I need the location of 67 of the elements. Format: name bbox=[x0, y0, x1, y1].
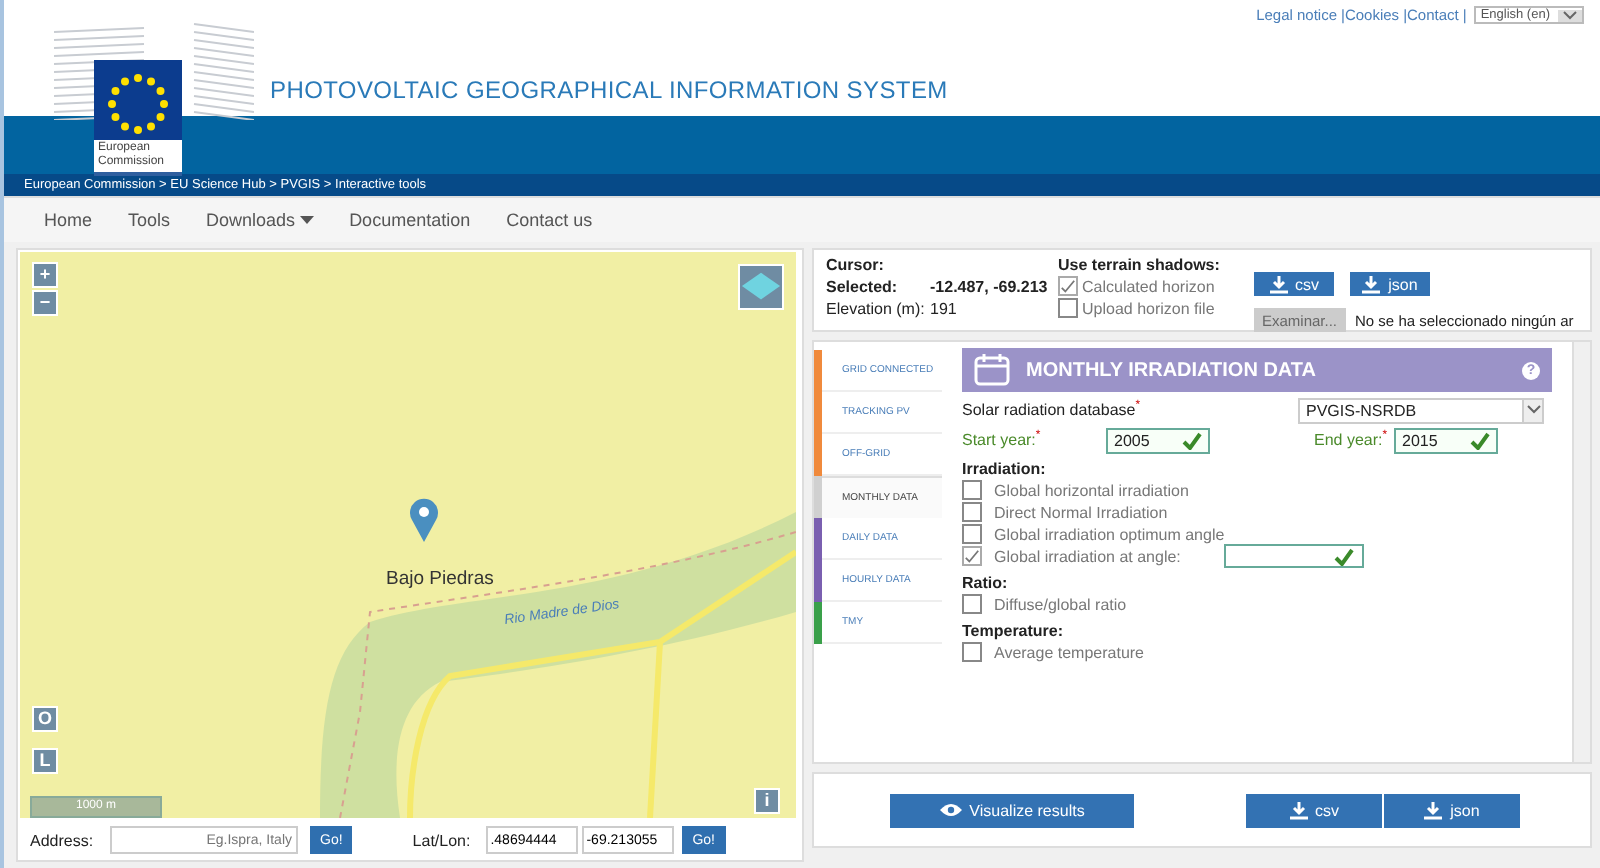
zoom-in-button[interactable]: + bbox=[32, 262, 58, 288]
caret-icon bbox=[1525, 404, 1541, 416]
download-button[interactable]: csv bbox=[1246, 793, 1382, 827]
scrollbar[interactable] bbox=[1572, 342, 1590, 762]
selected-label: Selected: bbox=[826, 278, 900, 296]
option-label: Global irradiation optimum angle bbox=[994, 525, 1225, 543]
panel-title: MONTHLY IRRADIATION DATA bbox=[1026, 359, 1318, 381]
checkbox[interactable] bbox=[962, 502, 982, 522]
download-icon bbox=[1362, 275, 1381, 293]
nav-link[interactable]: Home bbox=[44, 210, 93, 230]
end-year-field[interactable]: 2015 bbox=[1394, 427, 1498, 453]
caret-icon bbox=[299, 215, 314, 225]
layers-button[interactable] bbox=[738, 264, 784, 310]
latlon-label: Lat/Lon: bbox=[412, 831, 471, 849]
eye-icon bbox=[939, 802, 962, 818]
download-button[interactable]: json bbox=[1350, 272, 1430, 296]
download-button[interactable]: csv bbox=[1254, 272, 1334, 296]
option-label: Global horizontal irradiation bbox=[994, 481, 1189, 499]
cursor-label: Cursor: bbox=[826, 256, 886, 274]
option-label: Calculated horizon bbox=[1082, 277, 1215, 295]
map-control-button[interactable]: L bbox=[32, 748, 58, 774]
shadows-title: Use terrain shadows: bbox=[1058, 256, 1222, 274]
address-label: Address: bbox=[30, 831, 96, 849]
elevation-value: 191 bbox=[930, 300, 957, 318]
download-button[interactable]: json bbox=[1384, 793, 1520, 827]
selected-value: -12.487, -69.213 bbox=[930, 278, 1048, 296]
nav-link[interactable]: Tools bbox=[128, 210, 171, 230]
group-title: Irradiation: bbox=[962, 460, 1048, 478]
checkbox[interactable] bbox=[962, 642, 982, 662]
site-title: PHOTOVOLTAIC GEOGRAPHICAL INFORMATION SYSTEM bbox=[270, 76, 948, 104]
checkbox[interactable] bbox=[1058, 298, 1078, 318]
group-title: Temperature: bbox=[962, 622, 1066, 640]
check-icon bbox=[1334, 547, 1355, 565]
angle-field[interactable] bbox=[1224, 544, 1365, 568]
calendar-icon bbox=[974, 354, 1010, 386]
checkbox[interactable] bbox=[1058, 276, 1078, 296]
option-label: Average temperature bbox=[994, 643, 1145, 661]
download-icon bbox=[1269, 275, 1287, 293]
option-label: Upload horizon file bbox=[1082, 299, 1215, 317]
check-icon bbox=[1470, 431, 1490, 449]
checkbox[interactable] bbox=[962, 524, 982, 544]
end-year-label: End year:$^{*}$ bbox=[1314, 430, 1390, 450]
checkbox[interactable] bbox=[962, 546, 982, 566]
caret-icon bbox=[1558, 9, 1582, 21]
option-label: Direct Normal Irradiation bbox=[994, 503, 1168, 521]
start-year-field[interactable]: 2005 bbox=[1106, 427, 1210, 453]
option-label: Global irradiation at angle: bbox=[994, 547, 1181, 565]
elevation-label: Elevation (m): bbox=[826, 300, 927, 318]
download-icon bbox=[1424, 801, 1443, 819]
start-year-label: Start year:$^{*}$ bbox=[962, 430, 1043, 450]
checkbox[interactable] bbox=[962, 594, 982, 614]
map-pin-icon bbox=[408, 496, 440, 544]
option-label: Diffuse/global ratio bbox=[994, 595, 1127, 613]
map-control-button[interactable]: O bbox=[32, 706, 58, 732]
group-title: Ratio: bbox=[962, 574, 1010, 592]
nav-link[interactable]: Documentation bbox=[349, 210, 471, 230]
checkbox[interactable] bbox=[962, 480, 982, 500]
nav-link[interactable]: Contact us bbox=[506, 210, 593, 230]
place-label: Bajo Piedras bbox=[386, 568, 494, 590]
zoom-out-button[interactable]: − bbox=[32, 290, 58, 316]
database-select[interactable]: PVGIS-NSRDB bbox=[1298, 397, 1544, 423]
download-icon bbox=[1289, 801, 1307, 819]
check-icon bbox=[1182, 431, 1202, 449]
info-button[interactable]: i bbox=[754, 788, 780, 814]
nav-link[interactable]: Downloads bbox=[206, 210, 314, 230]
visualize-button[interactable]: Visualize results bbox=[890, 793, 1134, 827]
database-label: Solar radiation database$^{*}$ bbox=[962, 400, 1143, 420]
